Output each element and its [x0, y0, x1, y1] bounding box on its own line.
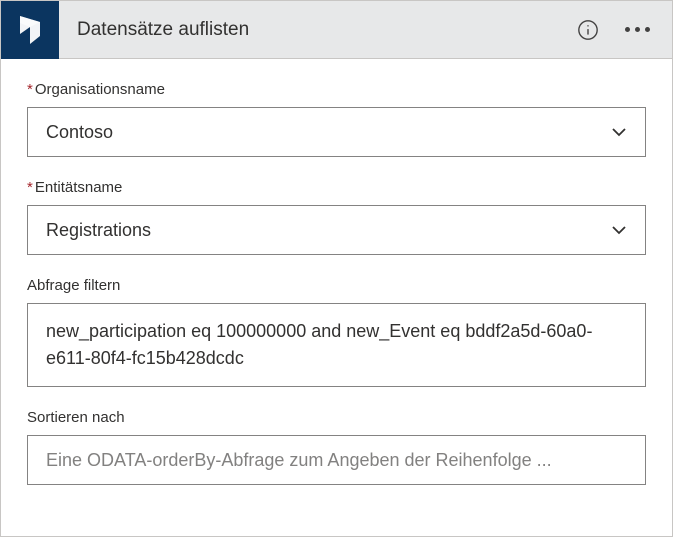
filter-field: Abfrage filtern new_participation eq 100… — [27, 277, 646, 387]
sort-field: Sortieren nach — [27, 409, 646, 485]
card-header: Datensätze auflisten — [1, 1, 672, 59]
sort-input-wrapper — [27, 435, 646, 485]
organization-field: *Organisationsname Contoso — [27, 81, 646, 157]
required-indicator: * — [27, 81, 33, 98]
entity-label: *Entitätsname — [27, 179, 646, 196]
organization-value: Contoso — [46, 122, 611, 143]
more-options-icon[interactable] — [621, 23, 654, 36]
info-icon[interactable] — [577, 19, 599, 41]
action-card: Datensätze auflisten *Organisationsname … — [0, 0, 673, 537]
filter-input[interactable]: new_participation eq 100000000 and new_E… — [27, 303, 646, 387]
header-actions — [577, 19, 672, 41]
filter-label: Abfrage filtern — [27, 277, 646, 294]
entity-select[interactable]: Registrations — [27, 205, 646, 255]
dynamics-logo — [1, 1, 59, 59]
card-body: *Organisationsname Contoso *Entitätsname… — [1, 59, 672, 529]
required-indicator: * — [27, 179, 33, 196]
organization-select[interactable]: Contoso — [27, 107, 646, 157]
dynamics-icon — [14, 14, 46, 46]
organization-label: *Organisationsname — [27, 81, 646, 98]
entity-field: *Entitätsname Registrations — [27, 179, 646, 255]
sort-input[interactable] — [46, 450, 627, 471]
chevron-down-icon — [611, 222, 627, 238]
chevron-down-icon — [611, 124, 627, 140]
entity-value: Registrations — [46, 220, 611, 241]
card-title: Datensätze auflisten — [59, 19, 577, 41]
filter-value: new_participation eq 100000000 and new_E… — [46, 318, 627, 372]
sort-label: Sortieren nach — [27, 409, 646, 426]
